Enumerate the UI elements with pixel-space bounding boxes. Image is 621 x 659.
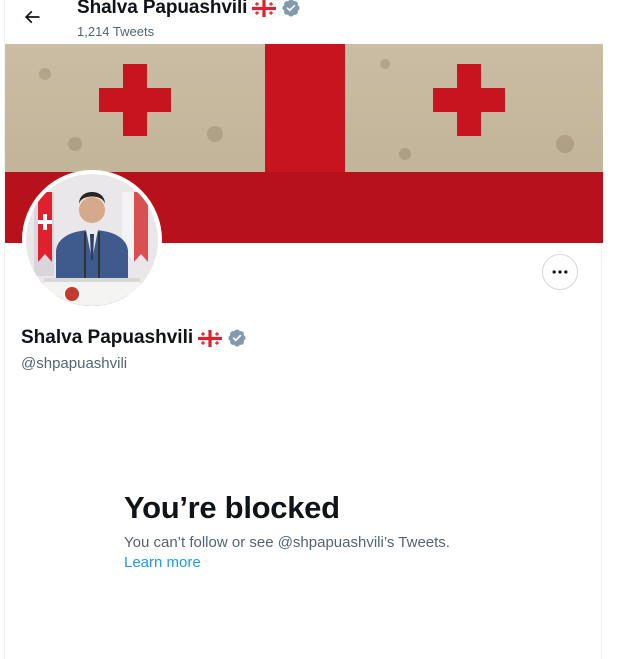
profile-column: Shalva Papuashvili 1,214 Tweets Shalva P… — [4, 0, 603, 659]
blocked-title: You’re blocked — [124, 490, 340, 525]
georgia-flag-icon — [252, 0, 277, 17]
profile-handle: @shpapuashvili — [21, 355, 128, 372]
verified-badge-icon — [282, 0, 300, 17]
more-options-button[interactable] — [542, 254, 578, 290]
profile-header: Shalva Papuashvili 1,214 Tweets — [5, 0, 603, 44]
arrow-left-icon — [24, 10, 40, 24]
avatar[interactable] — [22, 170, 162, 310]
verified-badge-icon[interactable] — [227, 328, 247, 348]
header-name-text: Shalva Papuashvili — [77, 0, 248, 18]
avatar-photo — [26, 174, 158, 306]
profile-display-name: Shalva Papuashvili — [21, 327, 247, 349]
header-display-name: Shalva Papuashvili — [77, 0, 301, 19]
tweet-count: 1,214 Tweets — [77, 24, 155, 39]
profile-name-text: Shalva Papuashvili — [21, 327, 194, 348]
back-button[interactable] — [17, 2, 47, 32]
georgia-flag-icon — [198, 329, 223, 347]
blocked-notice: You’re blocked You can’t follow or see @… — [124, 488, 544, 573]
more-horizontal-icon — [552, 270, 568, 274]
learn-more-link[interactable]: Learn more — [124, 553, 201, 573]
blocked-message: You can’t follow or see @shpapuashvili’s… — [124, 534, 450, 551]
